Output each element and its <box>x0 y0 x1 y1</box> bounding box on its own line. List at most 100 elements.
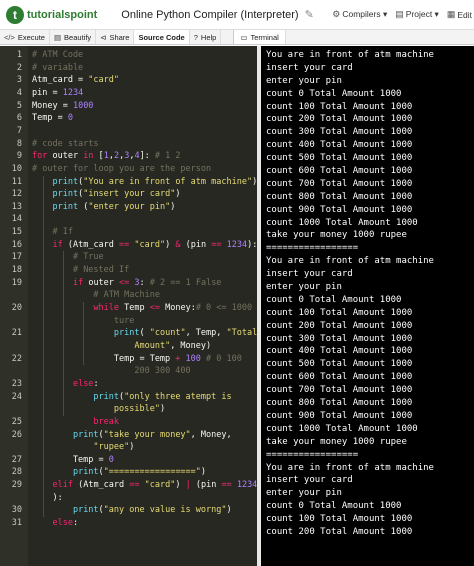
code-line[interactable]: 8 # code starts <box>0 138 257 151</box>
code-line[interactable]: ture <box>0 315 257 328</box>
project-menu[interactable]: ▤ Project ▾ <box>395 9 439 20</box>
code-token: == <box>129 480 140 491</box>
terminal-line: count 0 Total Amount 1000 <box>266 501 402 512</box>
code-text: if outer <= 3: # 2 == 1 False <box>32 277 221 290</box>
code-line[interactable]: 16 if (Atm_card == "card") & (pin == 123… <box>0 239 257 252</box>
code-line[interactable]: 7 <box>0 125 257 138</box>
terminal-line: count 400 Total Amount 1000 <box>266 346 413 357</box>
code-line[interactable]: 3 Atm_card = "card" <box>0 74 257 87</box>
code-token: # variable <box>32 62 84 73</box>
indent-guide <box>43 175 44 518</box>
code-token: ture <box>113 315 135 326</box>
indent-guide <box>83 302 84 366</box>
code-line[interactable]: 9 for outer in [1,2,3,4]: # 1 2 <box>0 150 257 163</box>
line-number: 18 <box>11 265 22 276</box>
terminal-icon: ▭ <box>240 32 248 42</box>
share-label: Share <box>109 32 130 42</box>
code-text: print("=================") <box>32 466 206 479</box>
line-number: 16 <box>11 239 22 250</box>
code-line[interactable]: 15 # If <box>0 226 257 239</box>
edit-menu[interactable]: ▦ Edit <box>447 9 472 20</box>
code-line[interactable]: "rupee") <box>0 441 257 454</box>
code-line[interactable]: 27 Temp = 0 <box>0 454 257 467</box>
code-token: 1000 <box>72 100 94 111</box>
compilers-menu[interactable]: ⚙ Compilers ▾ <box>332 9 387 20</box>
code-token: break <box>93 416 120 427</box>
edit-label: Edit <box>457 9 472 20</box>
code-line[interactable]: ): <box>0 492 257 505</box>
code-line[interactable]: 22 Temp = Temp + 100 # 0 100 <box>0 353 257 366</box>
code-line[interactable]: 31 else: <box>0 517 257 530</box>
code-line[interactable]: 17 # True <box>0 251 257 264</box>
code-text: # outer for loop you are the person <box>32 163 211 176</box>
terminal-line: insert your card <box>266 475 353 486</box>
terminal-line: count 200 Total Amount 1000 <box>266 320 413 331</box>
code-line[interactable]: 24 print("only three atempt is <box>0 391 257 404</box>
line-number: 20 <box>11 303 22 313</box>
code-line[interactable]: 10 # outer for loop you are the person <box>0 163 257 176</box>
code-line[interactable]: 4 pin = 1234 <box>0 87 257 100</box>
code-line[interactable]: possible") <box>0 403 257 416</box>
code-line[interactable]: 1 # ATM Code <box>0 49 257 62</box>
code-line[interactable]: 19 if outer <= 3: # 2 == 1 False <box>0 277 257 290</box>
code-text: Atm_card = "card" <box>32 74 119 87</box>
code-icon: </> <box>4 32 15 42</box>
terminal-output[interactable]: You are in front of atm machine insert yo… <box>261 46 474 566</box>
help-button[interactable]: ? Help <box>190 30 222 44</box>
beautify-button[interactable]: ▤ Beautify <box>50 30 97 44</box>
code-token: "insert your card" <box>83 189 176 200</box>
code-token: == <box>119 239 130 250</box>
code-token: , Money, <box>190 429 232 440</box>
code-token: (Atm_card <box>62 239 120 250</box>
code-line[interactable]: 14 <box>0 213 257 226</box>
code-editor[interactable]: 1 # ATM Code 2 # variable 3 Atm_card = "card"… <box>0 46 257 566</box>
code-line[interactable]: 21 print( "count", Temp, "Total <box>0 327 257 340</box>
code-line[interactable]: 200 300 400 <box>0 365 257 378</box>
code-line[interactable]: 11 print("You are in front of atm machin… <box>0 176 257 189</box>
code-token: , Money) <box>170 340 212 351</box>
code-line[interactable]: 25 break <box>0 416 257 429</box>
line-number: 5 <box>16 100 22 111</box>
code-token: "card" <box>88 75 120 86</box>
code-token: ) <box>175 189 181 200</box>
code-line[interactable]: # ATM Machine <box>0 289 257 302</box>
code-line[interactable]: 30 print("any one value is worng") <box>0 504 257 517</box>
line-number: 19 <box>11 277 22 288</box>
edit-title-icon[interactable]: ✎ <box>305 8 314 21</box>
execute-button[interactable]: </> Execute <box>0 30 50 44</box>
line-number: 13 <box>11 201 22 212</box>
code-line[interactable]: 6 Temp = 0 <box>0 112 257 125</box>
code-line[interactable]: 20 while Temp <= Money:# 0 <= 1000 <box>0 302 257 315</box>
code-text: # ATM Code <box>32 49 83 62</box>
share-button[interactable]: ⊲ Share <box>96 30 135 44</box>
code-line[interactable]: 2 # variable <box>0 62 257 75</box>
tab-terminal[interactable]: ▭ Terminal <box>233 30 286 44</box>
tab-source-code[interactable]: Source Code <box>134 30 190 44</box>
code-token: : <box>72 518 79 529</box>
code-token: ) <box>200 467 207 478</box>
code-line[interactable]: 13 print ("enter your pin") <box>0 201 257 214</box>
code-line[interactable]: 18 # Nested If <box>0 264 257 277</box>
code-text: elif (Atm_card == "card") | (pin == 1234 <box>32 479 257 492</box>
code-line[interactable]: Amount", Money) <box>0 340 257 353</box>
code-line[interactable]: 12 print("insert your card") <box>0 188 257 201</box>
code-line[interactable]: 28 print("=================") <box>0 466 257 479</box>
code-line[interactable]: 23 else: <box>0 378 257 391</box>
code-text: Money = 1000 <box>32 100 93 113</box>
terminal-line: count 200 Total Amount 1000 <box>266 526 413 537</box>
code-token: print <box>93 391 120 402</box>
code-text: print ("enter your pin") <box>32 201 175 214</box>
code-line[interactable]: 26 print("take your money", Money, <box>0 429 257 442</box>
terminal-line: take your money 1000 rupee <box>266 436 407 447</box>
code-token: "take your money" <box>103 429 191 440</box>
code-line[interactable]: 29 elif (Atm_card == "card") | (pin == 1… <box>0 479 257 492</box>
terminal-line: count 500 Total Amount 1000 <box>266 359 413 370</box>
terminal-line: ================= <box>266 449 359 460</box>
terminal-line: count 500 Total Amount 1000 <box>266 153 413 164</box>
code-line[interactable]: 5 Money = 1000 <box>0 100 257 113</box>
code-token: 1234 <box>226 239 248 250</box>
logo[interactable]: t tutorialspoint <box>6 0 97 30</box>
